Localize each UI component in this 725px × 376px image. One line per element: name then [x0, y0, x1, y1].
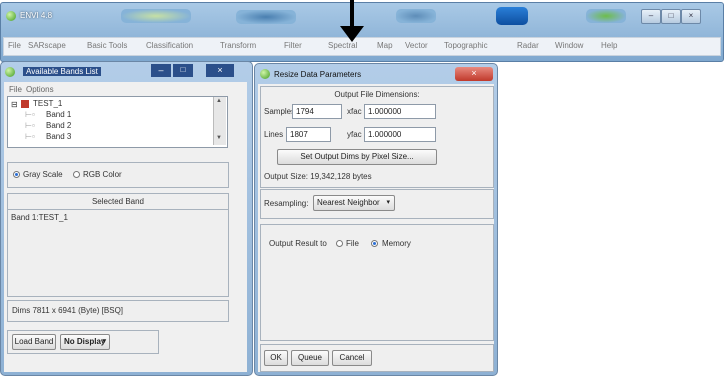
resize-dialog-client: Output File Dimensions: Samples 1794 xfa… — [258, 84, 494, 372]
resampling-select[interactable]: Nearest Neighbor ▾ — [313, 195, 395, 211]
menu-topographic[interactable]: Topographic — [444, 41, 488, 50]
chevron-down-icon: ▾ — [386, 199, 390, 206]
dims-text: Dims 7811 x 6941 (Byte) [BSQ] — [12, 306, 124, 315]
menu-file[interactable]: File — [8, 41, 21, 50]
minimize-icon[interactable]: – — [641, 9, 661, 24]
gray-scale-label: Gray Scale — [23, 170, 63, 179]
output-dims-label: Output File Dimensions: — [334, 90, 420, 99]
output-file-radio[interactable] — [336, 240, 343, 247]
ok-button[interactable]: OK — [264, 350, 288, 366]
resize-dialog-title: Resize Data Parameters — [274, 70, 362, 79]
envi-logo-icon — [5, 67, 15, 77]
maximize-icon[interactable]: □ — [661, 9, 681, 24]
selected-band-value: Band 1:TEST_1 — [11, 213, 68, 222]
minimize-icon[interactable]: – — [151, 64, 171, 77]
close-icon[interactable]: × — [206, 64, 234, 77]
set-output-dims-button[interactable]: Set Output Dims by Pixel Size... — [277, 149, 437, 165]
menu-help[interactable]: Help — [601, 41, 617, 50]
lines-field[interactable]: 1807 — [286, 127, 331, 142]
menu-transform[interactable]: Transform — [220, 41, 256, 50]
bands-window-client: File Options ⊟ TEST_1 ⊢▫ Band 1 ⊢▫ Band … — [4, 82, 247, 372]
toolbar-decoration — [236, 10, 296, 24]
menu-radar[interactable]: Radar — [517, 41, 539, 50]
envi-logo-icon — [6, 11, 16, 21]
bands-menu-file[interactable]: File — [9, 85, 22, 94]
maximize-icon[interactable]: □ — [173, 64, 193, 77]
toolbar-decoration — [396, 9, 436, 23]
output-memory-label: Memory — [382, 239, 411, 248]
menu-map[interactable]: Map — [377, 41, 393, 50]
rgb-color-radio[interactable] — [73, 171, 80, 178]
output-result-group: Output Result to File Memory — [260, 224, 494, 341]
menu-vector[interactable]: Vector — [405, 41, 428, 50]
menu-basic-tools[interactable]: Basic Tools — [87, 41, 127, 50]
samples-label: Samples — [264, 107, 296, 116]
dialog-actions: OK Queue Cancel — [260, 344, 494, 372]
band-tree: ⊟ TEST_1 ⊢▫ Band 1 ⊢▫ Band 2 ⊢▫ Band 3 — [7, 96, 228, 148]
tree-expander[interactable]: ⊟ — [11, 100, 18, 109]
selected-band-group: Selected Band Band 1:TEST_1 — [7, 193, 229, 297]
xfac-field[interactable]: 1.000000 — [364, 104, 436, 119]
xfac-label: xfac — [347, 107, 362, 116]
bands-window-title: Available Bands List — [23, 67, 101, 76]
toolbar-decoration — [586, 9, 626, 23]
load-band-button[interactable]: Load Band — [12, 334, 56, 350]
envi-logo-icon — [260, 69, 270, 79]
menu-filter[interactable]: Filter — [284, 41, 302, 50]
output-file-label: File — [346, 239, 359, 248]
tree-band-item[interactable]: Band 1 — [46, 110, 71, 119]
menu-sarscape[interactable]: SARscape — [28, 41, 66, 50]
resampling-group: Resampling: Nearest Neighbor ▾ — [260, 189, 494, 219]
color-mode-group: Gray Scale RGB Color — [7, 162, 229, 188]
menu-window[interactable]: Window — [555, 41, 583, 50]
samples-field[interactable]: 1794 — [292, 104, 342, 119]
queue-button[interactable]: Queue — [291, 350, 329, 366]
tree-scrollbar[interactable]: ▲ ▼ — [213, 97, 226, 145]
tree-file-item[interactable]: TEST_1 — [33, 99, 62, 108]
scroll-up-icon[interactable]: ▲ — [216, 98, 222, 104]
available-bands-window: Available Bands List – □ × File Options … — [0, 61, 253, 376]
close-icon[interactable]: × — [681, 9, 701, 24]
output-dims-group: Output File Dimensions: Samples 1794 xfa… — [260, 86, 494, 188]
bands-menu-options[interactable]: Options — [26, 85, 54, 94]
cancel-button[interactable]: Cancel — [332, 350, 372, 366]
menu-classification[interactable]: Classification — [146, 41, 193, 50]
selected-band-heading: Selected Band — [91, 197, 145, 206]
arrow-head-icon — [340, 26, 364, 42]
arrow-down-icon — [350, 0, 354, 28]
scroll-down-icon[interactable]: ▼ — [216, 135, 222, 141]
lines-label: Lines — [264, 130, 284, 139]
divider — [8, 209, 228, 210]
yfac-label: yfac — [347, 130, 362, 139]
tree-connector: ⊢▫ — [25, 121, 35, 130]
app-title: ENVI 4.8 — [20, 11, 53, 20]
tree-connector: ⊢▫ — [25, 132, 35, 141]
bands-actions: Load Band No Display ▾ — [7, 330, 159, 354]
output-memory-radio[interactable] — [371, 240, 378, 247]
resampling-value: Nearest Neighbor — [317, 198, 380, 207]
tree-band-item[interactable]: Band 2 — [46, 121, 71, 130]
display-select[interactable]: No Display ▾ — [60, 334, 110, 350]
dims-box: Dims 7811 x 6941 (Byte) [BSQ] — [7, 300, 229, 322]
output-size-text: Output Size: 19,342,128 bytes — [264, 172, 372, 181]
gray-scale-radio[interactable] — [13, 171, 20, 178]
resize-dialog: Resize Data Parameters × Output File Dim… — [254, 63, 498, 376]
tree-band-item[interactable]: Band 3 — [46, 132, 71, 141]
file-icon — [21, 100, 29, 108]
toolbar-decoration — [121, 9, 191, 23]
close-icon[interactable]: × — [455, 67, 493, 81]
resampling-label: Resampling: — [264, 199, 309, 208]
yfac-field[interactable]: 1.000000 — [364, 127, 436, 142]
chevron-down-icon: ▾ — [102, 338, 106, 345]
output-result-label: Output Result to — [269, 239, 327, 248]
menu-spectral[interactable]: Spectral — [328, 41, 357, 50]
tree-connector: ⊢▫ — [25, 110, 35, 119]
toolbar-decoration — [496, 7, 528, 25]
rgb-color-label: RGB Color — [83, 170, 122, 179]
display-select-value: No Display — [64, 337, 106, 346]
